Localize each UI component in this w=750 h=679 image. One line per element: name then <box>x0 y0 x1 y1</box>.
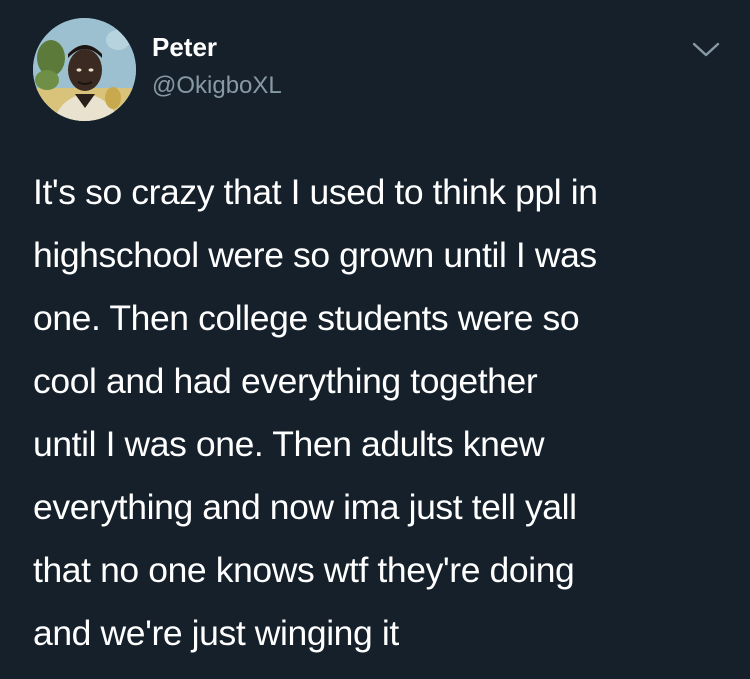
tweet-text-line: cool and had everything together <box>33 361 538 401</box>
tweet-text-line: It's so crazy that I used to think ppl i… <box>33 172 598 212</box>
tweet-text-line: and we're just winging it <box>33 613 399 653</box>
tweet-text-line: that no one knows wtf they're doing <box>33 550 575 590</box>
tweet-card: Peter @OkigboXL It's so crazy that I use… <box>0 0 750 679</box>
author-display-name[interactable]: Peter <box>152 31 217 63</box>
author-handle[interactable]: @OkigboXL <box>152 71 282 101</box>
chevron-down-icon <box>692 42 720 57</box>
avatar-photo <box>33 18 136 121</box>
tweet-text: It's so crazy that I used to think ppl i… <box>33 161 733 665</box>
tweet-text-line: one. Then college students were so <box>33 298 580 338</box>
tweet-options-button[interactable] <box>688 34 724 66</box>
avatar[interactable] <box>33 18 136 121</box>
tweet-text-line: highschool were so grown until I was <box>33 235 597 275</box>
tweet-text-line: until I was one. Then adults knew <box>33 424 545 464</box>
tweet-text-line: everything and now ima just tell yall <box>33 487 577 527</box>
